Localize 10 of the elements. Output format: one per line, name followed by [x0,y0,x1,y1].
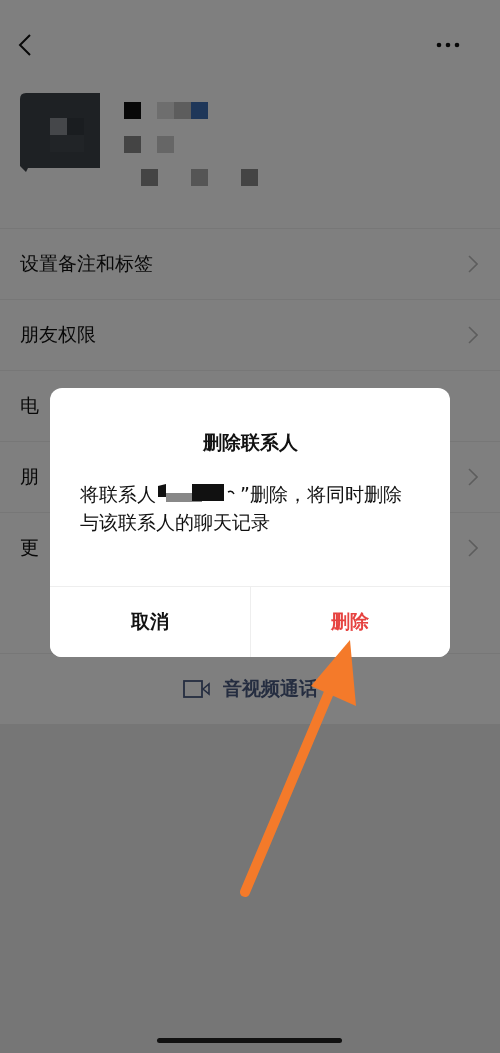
message-text: ”删除，将同时删除 [240,483,402,505]
menu-row[interactable]: 朋友权限 [0,299,500,370]
dialog-title: 删除联系人 [201,430,299,455]
message-text: 与该联系人的聊天记录 [80,511,270,533]
message-text: 将联系人 [80,483,156,505]
delete-button[interactable]: 删除 [249,587,450,657]
video-camera-icon [182,680,211,698]
back-icon[interactable] [18,33,32,57]
menu-row[interactable]: 设置备注和标签 [0,228,500,299]
more-icon[interactable] [436,42,460,48]
